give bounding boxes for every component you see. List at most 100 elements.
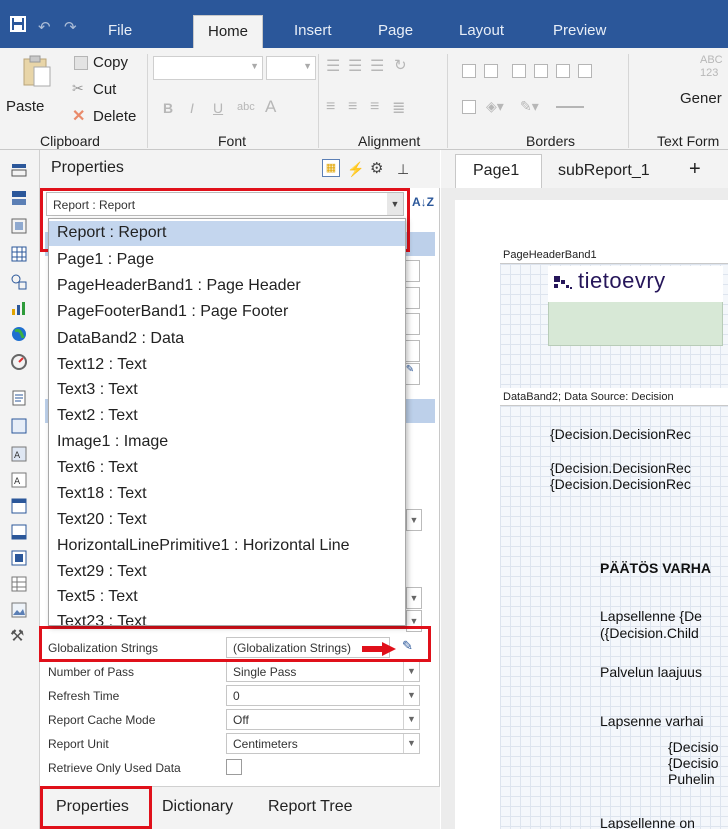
text-component[interactable]: Puhelin (668, 771, 715, 787)
align-center-icon[interactable]: ≡ (348, 98, 357, 116)
text-box-icon[interactable]: A (11, 446, 27, 462)
align-left-icon[interactable]: ≡ (326, 98, 335, 116)
border-right-icon[interactable] (556, 64, 570, 78)
tab-file[interactable]: File (108, 22, 132, 39)
label-icon[interactable]: A (11, 472, 27, 488)
list-item[interactable]: Text18 : Text (49, 482, 405, 507)
grid-icon[interactable] (11, 576, 27, 592)
text-component[interactable]: {Decisio (668, 739, 719, 755)
chart-icon[interactable] (11, 300, 27, 316)
chevron-down-icon[interactable]: ▼ (406, 509, 422, 531)
justify-icon[interactable]: ≣ (392, 98, 405, 118)
band-icon[interactable] (11, 162, 27, 178)
list-item[interactable]: PageFooterBand1 : Page Footer (49, 300, 405, 325)
events-icon[interactable]: ⚡ (347, 161, 364, 178)
add-page-button[interactable]: + (689, 158, 701, 181)
list-item[interactable]: Text3 : Text (49, 378, 405, 403)
shapes-icon[interactable] (11, 274, 27, 290)
tab-insert[interactable]: Insert (294, 22, 332, 39)
image-icon[interactable] (11, 602, 27, 618)
list-item[interactable]: PageHeaderBand1 : Page Header (49, 274, 405, 299)
properties-view-icon[interactable]: ▦ (322, 159, 340, 177)
text-component[interactable]: Lapsellenne {De (600, 608, 702, 624)
tab-page[interactable]: Page (378, 22, 413, 39)
map-icon[interactable] (11, 326, 27, 342)
list-item[interactable]: Text23 : Text (49, 610, 405, 625)
tab-dictionary[interactable]: Dictionary (162, 798, 233, 816)
text-icon[interactable] (11, 390, 27, 406)
fill-color-icon[interactable]: ◈▾ (486, 98, 504, 115)
align-right-icon[interactable]: ≡ (370, 98, 379, 116)
tools-icon[interactable]: ⚒ (10, 626, 24, 646)
text-component[interactable]: {Decision.DecisionRec (550, 476, 691, 492)
underline-button[interactable]: U (213, 100, 223, 116)
rotate-icon[interactable]: ↻ (394, 56, 407, 74)
gauge-icon[interactable] (11, 354, 27, 370)
property-value[interactable]: 0 ▼ (226, 685, 420, 706)
title-text-component[interactable]: PÄÄTÖS VARHA (600, 560, 711, 576)
border-bottom-icon[interactable] (578, 64, 592, 78)
redo-icon[interactable]: ↷ (64, 18, 77, 36)
chevron-down-icon[interactable]: ▼ (403, 734, 419, 753)
text-component[interactable]: Lapsenne varhai (600, 713, 704, 729)
list-item[interactable]: Text5 : Text (49, 585, 405, 610)
chevron-down-icon[interactable]: ▼ (403, 686, 419, 705)
border-top-icon[interactable] (534, 64, 548, 78)
text-component[interactable]: {Decisio (668, 755, 719, 771)
property-value[interactable]: Off ▼ (226, 709, 420, 730)
list-item[interactable]: Page1 : Page (49, 248, 405, 273)
italic-button[interactable]: I (190, 100, 194, 116)
list-item[interactable]: Text2 : Text (49, 404, 405, 429)
tab-home[interactable]: Home (193, 15, 264, 48)
chevron-down-icon[interactable]: ▼ (403, 662, 419, 681)
list-item[interactable]: Text20 : Text (49, 508, 405, 533)
border-style-icon[interactable] (556, 106, 584, 108)
list-item[interactable]: Text6 : Text (49, 456, 405, 481)
list-item[interactable]: Text12 : Text (49, 353, 405, 378)
property-value[interactable]: Centimeters ▼ (226, 733, 420, 754)
chevron-down-icon[interactable]: ▼ (403, 710, 419, 729)
property-row-number-of-pass[interactable]: Number of Pass Single Pass ▼ (40, 661, 440, 683)
object-dropdown-list[interactable]: Report : Report Page1 : Page PageHeaderB… (48, 218, 406, 626)
text-component[interactable]: ({Decision.Child (600, 625, 699, 641)
container-icon[interactable] (11, 524, 27, 540)
border-all-icon[interactable] (462, 64, 476, 78)
copy-button[interactable]: Copy (93, 54, 128, 71)
page-header-band-title[interactable]: PageHeaderBand1 (500, 248, 728, 264)
align-top-icon[interactable]: ☰ (326, 56, 340, 76)
align-bottom-icon[interactable]: ☰ (370, 56, 384, 76)
retrieve-only-used-data-checkbox[interactable] (226, 759, 242, 775)
property-row-report-cache-mode[interactable]: Report Cache Mode Off ▼ (40, 709, 440, 731)
tab-page1[interactable]: Page1 (473, 162, 519, 180)
font-color-button[interactable]: A (265, 97, 276, 117)
table-icon[interactable] (11, 246, 27, 262)
paste-button[interactable]: Paste (6, 98, 44, 115)
component-icon[interactable] (11, 218, 27, 234)
property-value[interactable]: Single Pass ▼ (226, 661, 420, 682)
list-item[interactable]: Image1 : Image (49, 430, 405, 455)
property-row-retrieve-only-used-data[interactable]: Retrieve Only Used Data (40, 757, 440, 779)
data-band-title[interactable]: DataBand2; Data Source: Decision (500, 390, 728, 406)
sort-alphabetical-icon[interactable]: A↓Z (412, 195, 434, 209)
list-item[interactable]: HorizontalLinePrimitive1 : Horizontal Li… (49, 534, 405, 559)
list-item[interactable]: DataBand2 : Data (49, 327, 405, 352)
text-component[interactable]: {Decision.DecisionRec (550, 460, 691, 476)
border-none-icon[interactable] (484, 64, 498, 78)
save-icon[interactable] (10, 16, 26, 32)
border-left-icon[interactable] (512, 64, 526, 78)
cross-band-icon[interactable] (11, 190, 27, 206)
border-color-icon[interactable]: ✎▾ (520, 98, 539, 115)
text-component[interactable]: Palvelun laajuus (600, 664, 702, 680)
property-row-refresh-time[interactable]: Refresh Time 0 ▼ (40, 685, 440, 707)
font-name-combo[interactable]: ▼ (153, 56, 263, 80)
cut-button[interactable]: Cut (93, 81, 116, 98)
property-row-report-unit[interactable]: Report Unit Centimeters ▼ (40, 733, 440, 755)
tab-report-tree[interactable]: Report Tree (268, 798, 352, 816)
bold-button[interactable]: B (163, 100, 173, 116)
list-item[interactable]: Report : Report (49, 221, 405, 246)
chevron-down-icon[interactable]: ▼ (406, 587, 422, 609)
tab-layout[interactable]: Layout (459, 22, 504, 39)
text-component[interactable]: {Decision.DecisionRec (550, 426, 691, 442)
border-sides-icon[interactable] (462, 100, 476, 114)
rich-text-icon[interactable] (11, 418, 27, 434)
